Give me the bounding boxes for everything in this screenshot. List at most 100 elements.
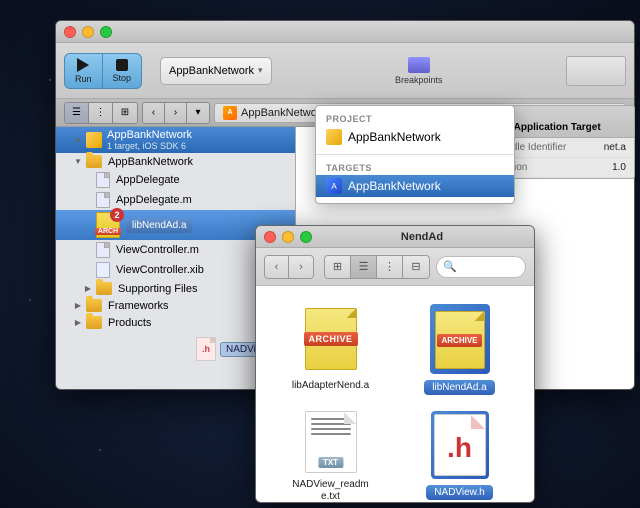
disclosure-icon[interactable] [73, 301, 83, 311]
finder-item-nadviewh[interactable]: .h NADView.h [395, 403, 524, 503]
scheme-name: AppBankNetwork [169, 65, 254, 77]
app-scheme-icon: A [223, 106, 237, 120]
disclosure-icon[interactable] [73, 157, 83, 167]
project-label: PROJECT [316, 112, 514, 126]
h-file-icon-wrapper: .h [431, 411, 489, 479]
folder-icon [86, 155, 102, 168]
xcode-titlebar [56, 21, 634, 43]
finder-column-view[interactable]: ⋮ [377, 256, 403, 278]
view-toggle-group: ☰ ⋮ ⊞ [64, 102, 138, 124]
project-target-popup: PROJECT AppBankNetwork TARGETS A AppBank… [315, 105, 515, 204]
swift-file-icon [96, 172, 110, 188]
finder-list-view[interactable]: ☰ [351, 256, 377, 278]
stop-label: Stop [113, 73, 132, 83]
sidebar-item-project[interactable]: AppBankNetwork 1 target, iOS SDK 6 [56, 127, 295, 153]
popup-target-name: AppBankNetwork [348, 179, 441, 193]
breakpoints-icon [408, 57, 430, 73]
bundle-id-value: net.a [604, 142, 626, 153]
sidebar-item-appdelegate[interactable]: AppDelegate [56, 170, 295, 190]
chevron-down-icon: ▾ [258, 65, 263, 76]
txt-badge: TXT [318, 457, 343, 468]
disclosure-icon[interactable] [73, 135, 83, 145]
nav-menu-button[interactable]: ▾ [187, 103, 209, 123]
project-icon [86, 132, 102, 148]
minimize-button[interactable] [82, 26, 94, 38]
nav-arrows: ‹ › ▾ [142, 102, 210, 124]
finder-window-nendad: NendAd ‹ › ⊞ ☰ ⋮ ⊟ 🔍 ARCHIVE [255, 225, 535, 503]
popup-target-item[interactable]: A AppBankNetwork [316, 175, 514, 197]
file-label-selected: libNendAd.a [424, 380, 494, 395]
popup-project-item[interactable]: AppBankNetwork [316, 126, 514, 148]
finder-back-button[interactable]: ‹ [265, 256, 289, 278]
sidebar-item-group-appbanknetwork[interactable]: AppBankNetwork [56, 153, 295, 170]
file-name: AppDelegate.m [116, 194, 192, 206]
disclosure-icon[interactable] [83, 284, 93, 294]
group-name: Products [108, 317, 151, 329]
file-name: ViewController.m [116, 244, 199, 256]
archive-icon-wrapper-selected: ARCHIVE [430, 304, 490, 374]
scheme-selector[interactable]: AppBankNetwork ▾ [160, 57, 272, 85]
group-name: Frameworks [108, 300, 169, 312]
finder-icon-view[interactable]: ⊞ [325, 256, 351, 278]
view-btn-column[interactable]: ⋮ [89, 103, 113, 123]
finder-coverflow-view[interactable]: ⊟ [403, 256, 429, 278]
h-letter: .h [447, 432, 472, 464]
stop-icon [116, 59, 128, 71]
xcode-toolbar: Run Stop AppBankNetwork ▾ Breakpoints [56, 43, 634, 99]
nav-forward-button[interactable]: › [165, 103, 187, 123]
view-btn-icon[interactable]: ⊞ [113, 103, 137, 123]
finder-nav-group: ‹ › [264, 255, 314, 279]
right-panel-toggle[interactable] [566, 56, 626, 86]
finder-close-button[interactable] [264, 231, 276, 243]
finder-maximize-button[interactable] [300, 231, 312, 243]
finder-search-container: 🔍 [436, 256, 526, 278]
file-label-selected: NADView.h [426, 485, 492, 500]
finder-search-bar[interactable]: 🔍 [436, 256, 526, 278]
app-target-icon: A [326, 178, 342, 194]
folder-icon [86, 299, 102, 312]
finder-item-nadview-readme[interactable]: TXT NADView_readme.txt [266, 403, 395, 503]
folder-icon [96, 282, 112, 295]
m-file-icon [96, 242, 110, 258]
targets-label: TARGETS [316, 161, 514, 175]
file-label: libAdapterNend.a [292, 380, 369, 392]
file-name: AppDelegate [116, 174, 180, 186]
nav-back-button[interactable]: ‹ [143, 103, 165, 123]
finder-titlebar: NendAd [256, 226, 534, 248]
run-label: Run [75, 74, 92, 84]
libnendad-highlight: libNendAd.a [126, 218, 192, 233]
finder-window-title: NendAd [318, 231, 526, 243]
finder-toolbar: ‹ › ⊞ ☰ ⋮ ⊟ 🔍 [256, 248, 534, 286]
archive-overlay: ARCH 2 [96, 212, 120, 238]
run-button[interactable]: Run [65, 54, 103, 88]
project-info: AppBankNetwork 1 target, iOS SDK 6 [107, 129, 192, 151]
sidebar-item-appdelegatem[interactable]: AppDelegate.m [56, 190, 295, 210]
breakpoints-button[interactable]: Breakpoints [387, 53, 451, 89]
targets-section: TARGETS A AppBankNetwork [316, 155, 514, 203]
version-value: 1.0 [612, 162, 626, 173]
scheme-label-text: AppBankNetwork [241, 107, 326, 119]
close-button[interactable] [64, 26, 76, 38]
maximize-button[interactable] [100, 26, 112, 38]
finder-item-libadapternend[interactable]: ARCHIVE libAdapterNend.a [266, 296, 395, 403]
run-stop-group: Run Stop [64, 53, 142, 89]
file-name: ViewController.xib [116, 264, 204, 276]
text-file-icon: TXT [305, 411, 357, 473]
breakpoints-label: Breakpoints [395, 75, 443, 85]
finder-item-libnendad[interactable]: ARCHIVE libNendAd.a [395, 296, 524, 403]
folder-icon [86, 316, 102, 329]
view-btn-list[interactable]: ☰ [65, 103, 89, 123]
stop-button[interactable]: Stop [103, 55, 142, 87]
file-corner [471, 415, 485, 429]
project-name: AppBankNetwork [107, 129, 192, 141]
project-subtitle: 1 target, iOS SDK 6 [107, 141, 192, 151]
project-file-icon [326, 129, 342, 145]
finder-view-toggle: ⊞ ☰ ⋮ ⊟ [324, 255, 430, 279]
m-file-icon [96, 192, 110, 208]
finder-minimize-button[interactable] [282, 231, 294, 243]
file-corner [344, 412, 356, 424]
disclosure-icon[interactable] [73, 318, 83, 328]
finder-forward-button[interactable]: › [289, 256, 313, 278]
project-section: PROJECT AppBankNetwork [316, 106, 514, 154]
archive-label: ARCHIVE [304, 332, 358, 346]
